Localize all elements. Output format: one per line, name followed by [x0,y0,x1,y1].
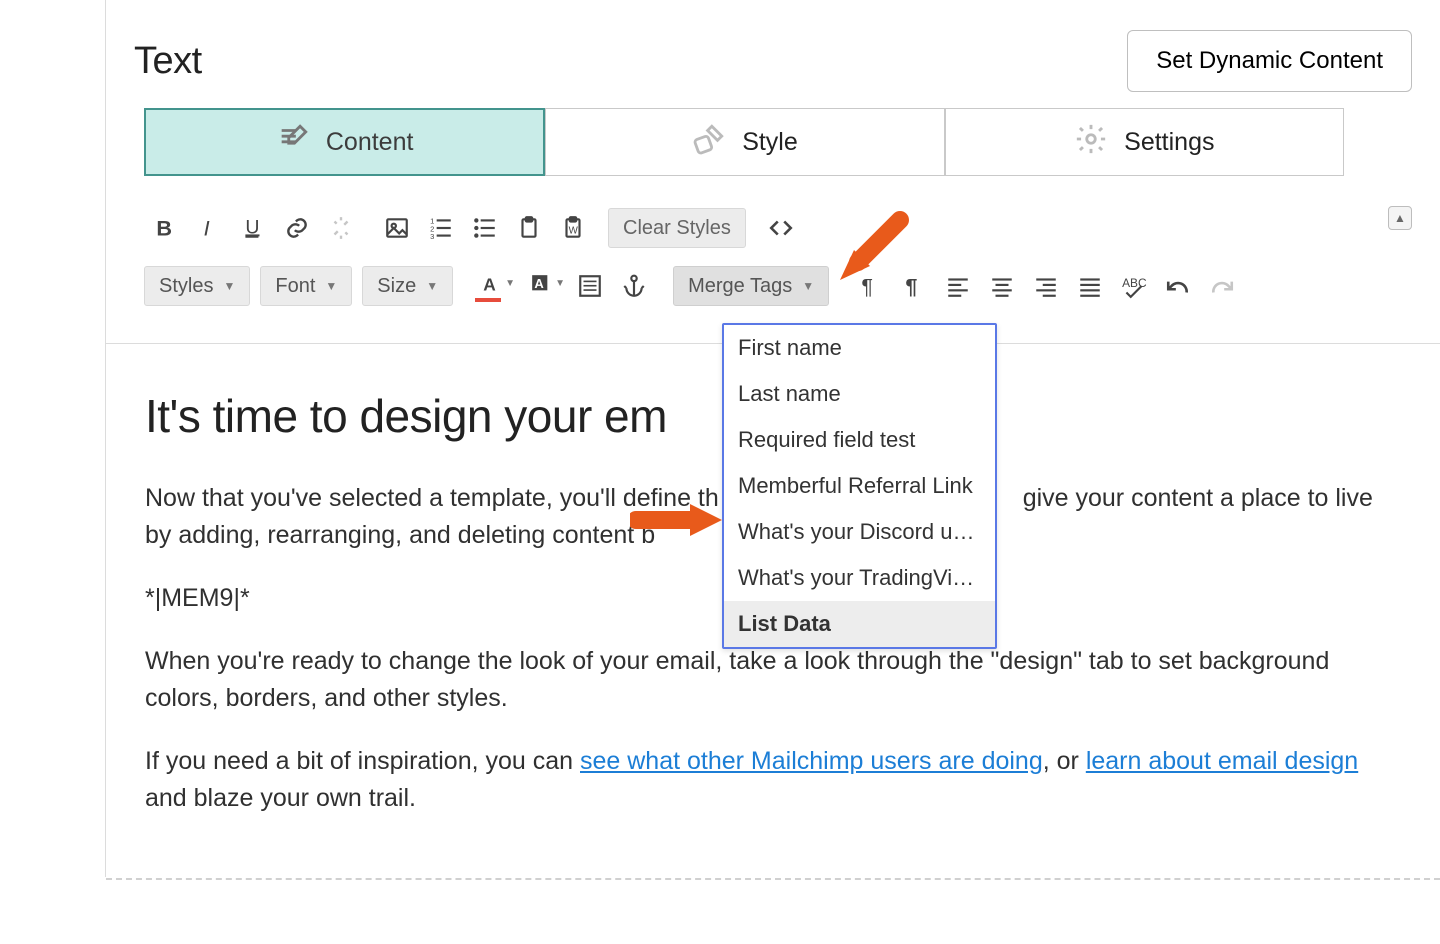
caret-icon: ▼ [223,279,235,293]
align-center-button[interactable] [981,266,1023,306]
clear-styles-button[interactable]: Clear Styles [608,208,746,248]
svg-text:W: W [569,225,579,236]
toolbar-row-1: B I U 123 W Clear Styles [144,206,1412,250]
source-code-button[interactable] [760,208,802,248]
panel-header: Text Set Dynamic Content [106,0,1440,108]
svg-text:¶: ¶ [861,274,873,299]
svg-text:I: I [204,216,210,241]
pilcrow-ltr-button[interactable]: ¶ [849,266,891,306]
font-dropdown[interactable]: Font ▼ [260,266,352,306]
merge-tags-label: Merge Tags [688,275,792,298]
toolbar-row-2: Styles▼ Font▼ Size▼ A▼ A▼ Merge Tags▼ ¶ … [144,264,1412,308]
caret-icon: ▼ [325,279,337,293]
merge-tags-menu: First name Last name Required field test… [722,323,997,649]
tab-style-label: Style [742,128,798,157]
editor-p1-part-a: Now that you've selected a template, you… [145,484,719,512]
merge-item-tradingview[interactable]: What's your TradingVi… [724,555,995,601]
merge-item-discord[interactable]: What's your Discord u… [724,509,995,555]
styles-dropdown[interactable]: Styles ▼ [144,266,250,306]
merge-item-memberful-referral[interactable]: Memberful Referral Link [724,463,995,509]
editor-p3-b: , or [1043,747,1086,775]
font-label: Font [275,275,315,298]
paste-from-word-button[interactable]: W [552,208,594,248]
style-icon [692,122,726,163]
toolbar-collapse-toggle[interactable]: ▲ [1388,206,1412,230]
caret-icon: ▼ [802,279,814,293]
tab-settings[interactable]: Settings [945,108,1344,176]
tab-style[interactable]: Style [545,108,944,176]
editor-p3-c: and blaze your own trail. [145,784,416,812]
text-color-button[interactable]: A▼ [469,266,517,306]
set-dynamic-content-button[interactable]: Set Dynamic Content [1127,30,1412,92]
svg-text:A: A [534,276,544,291]
undo-button[interactable] [1157,266,1199,306]
settings-icon [1074,122,1108,163]
link-see-what-others[interactable]: see what other Mailchimp users are doing [580,747,1043,775]
block-separator [106,878,1440,880]
block-title: Text [134,40,202,83]
content-icon [276,122,310,163]
bg-color-button[interactable]: A▼ [519,266,567,306]
link-button[interactable] [276,208,318,248]
spellcheck-button[interactable]: ABC [1113,266,1155,306]
align-right-button[interactable] [1025,266,1067,306]
merge-tags-dropdown[interactable]: Merge Tags ▼ [673,266,829,306]
svg-text:U: U [245,216,259,238]
svg-text:ABC: ABC [1122,276,1147,290]
tab-content[interactable]: Content [144,108,545,176]
tab-settings-label: Settings [1124,128,1214,157]
size-label: Size [377,275,416,298]
merge-item-required-field-test[interactable]: Required field test [724,417,995,463]
unordered-list-button[interactable] [464,208,506,248]
caret-icon: ▼ [426,279,438,293]
align-left-button[interactable] [937,266,979,306]
svg-text:3: 3 [430,232,434,241]
bold-button[interactable]: B [144,208,186,248]
image-button[interactable] [376,208,418,248]
svg-text:B: B [156,216,172,241]
merge-item-first-name[interactable]: First name [724,325,995,371]
paste-button[interactable] [508,208,550,248]
tabs: Content Style Settings [144,108,1344,176]
editor-p3-a: If you need a bit of inspiration, you ca… [145,747,580,775]
unlink-button[interactable] [320,208,362,248]
redo-button[interactable] [1201,266,1243,306]
anchor-button[interactable] [613,266,655,306]
svg-text:¶: ¶ [905,274,917,299]
merge-item-last-name[interactable]: Last name [724,371,995,417]
ordered-list-button[interactable]: 123 [420,208,462,248]
merge-group-list-data[interactable]: List Data [724,601,995,647]
svg-text:A: A [483,274,496,294]
size-dropdown[interactable]: Size ▼ [362,266,453,306]
underline-button[interactable]: U [232,208,274,248]
link-email-design[interactable]: learn about email design [1086,747,1358,775]
styles-label: Styles [159,275,213,298]
block-format-button[interactable] [569,266,611,306]
italic-button[interactable]: I [188,208,230,248]
pilcrow-rtl-button[interactable]: ¶ [893,266,935,306]
editor-paragraph-3: If you need a bit of inspiration, you ca… [145,743,1400,817]
tab-content-label: Content [326,128,414,157]
align-justify-button[interactable] [1069,266,1111,306]
editor-paragraph-2: When you're ready to change the look of … [145,643,1400,717]
editor-toolbar: ▲ B I U 123 W Clear Styles [106,206,1440,308]
